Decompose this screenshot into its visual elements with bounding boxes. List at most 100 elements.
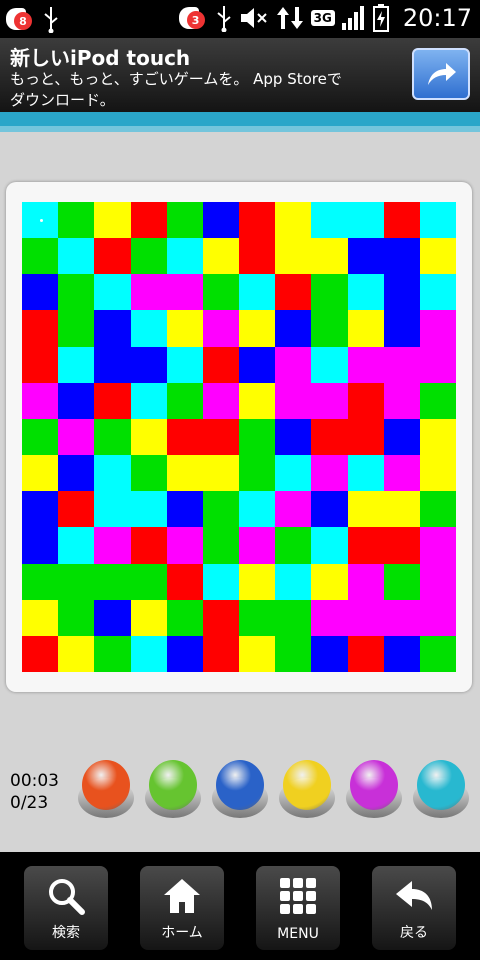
grid-cell <box>239 346 276 383</box>
bottom-nav-bar: 検索 ホーム MENU 戻る <box>0 852 480 960</box>
grid-cell <box>311 382 348 419</box>
grid-cell <box>311 310 348 347</box>
grid-cell <box>383 202 420 239</box>
grid-cell <box>94 346 131 383</box>
grid-cell <box>275 635 312 672</box>
grid-cell <box>347 635 384 672</box>
grid-cell <box>347 274 384 311</box>
speaker-muted-icon <box>240 8 267 28</box>
grid-cell <box>94 238 131 275</box>
grid-cell <box>383 346 420 383</box>
usb-icon <box>216 6 231 32</box>
menu-button[interactable]: MENU <box>256 866 340 950</box>
back-arrow-icon <box>396 881 432 910</box>
notification-app-icon[interactable]: 8 <box>6 4 36 34</box>
grid-cell <box>202 563 239 600</box>
notification-app-icon[interactable]: 3 <box>178 3 209 33</box>
status-bar: 8 3 3G 20:17 <box>0 0 480 38</box>
status-time: 20:17 <box>402 4 472 32</box>
grid-cell <box>58 527 95 564</box>
moves-counter: 0/23 <box>10 793 49 813</box>
grid-cell <box>419 274 456 311</box>
grid-cell <box>275 418 312 456</box>
grid-cell <box>94 274 131 311</box>
grid-cell <box>419 346 456 383</box>
grid-cell <box>130 491 167 528</box>
grid-cell <box>383 491 420 528</box>
grid-cell <box>202 382 239 419</box>
grid-cell <box>58 310 95 347</box>
grid-cell <box>202 527 239 564</box>
grid-cell <box>419 527 456 564</box>
back-button[interactable]: 戻る <box>372 866 456 950</box>
grid-cell <box>94 491 131 528</box>
share-arrow-icon[interactable] <box>412 48 470 100</box>
blue-color-button[interactable] <box>212 758 268 818</box>
green-color-button[interactable] <box>145 758 201 818</box>
grid-cell <box>239 635 276 672</box>
grid-cell <box>58 202 95 239</box>
grid-cell <box>383 599 420 636</box>
grid-cell <box>58 599 95 636</box>
grid-cell <box>166 382 203 419</box>
grid-cell <box>419 418 456 456</box>
grid-cell <box>22 635 59 672</box>
grid-cell <box>22 382 59 419</box>
yellow-button-cap <box>283 760 331 810</box>
grid-cell <box>383 310 420 347</box>
grid-cell <box>22 527 59 564</box>
color-grid <box>22 202 456 672</box>
grid-cell <box>166 418 203 456</box>
notification-badge: 3 <box>186 11 205 29</box>
grid-cell <box>419 563 456 600</box>
ad-text-line-1: もっと、もっと、すごいゲームを。 App Storeで <box>10 70 342 88</box>
grid-cell <box>275 527 312 564</box>
grid-cell <box>58 563 95 600</box>
grid-cell <box>347 310 384 347</box>
grid-cell <box>311 346 348 383</box>
yellow-color-button[interactable] <box>279 758 335 818</box>
grid-cell <box>239 491 276 528</box>
grid-cell <box>275 310 312 347</box>
cyan-button-cap <box>417 760 465 810</box>
cyan-color-button[interactable] <box>413 758 469 818</box>
search-button[interactable]: 検索 <box>24 866 108 950</box>
header-accent-bar <box>0 112 480 132</box>
ad-banner[interactable]: 新しいiPod touch もっと、もっと、すごいゲームを。 App Store… <box>0 38 480 112</box>
grid-cell <box>130 382 167 419</box>
grid-cell <box>130 635 167 672</box>
grid-cell <box>275 274 312 311</box>
grid-cell <box>239 310 276 347</box>
grid-cell <box>239 202 276 239</box>
grid-cell <box>130 202 167 239</box>
grid-cell <box>419 382 456 419</box>
red-color-button[interactable] <box>78 758 134 818</box>
grid-cell <box>166 563 203 600</box>
grid-cell <box>383 635 420 672</box>
ad-title: 新しいiPod touch <box>10 46 191 70</box>
grid-cell <box>94 563 131 600</box>
grid-cell <box>239 455 276 492</box>
game-status: 00:03 0/23 <box>10 770 59 814</box>
grid-cell <box>130 599 167 636</box>
grid-cell <box>419 599 456 636</box>
usb-icon <box>44 7 58 33</box>
grid-cell <box>275 202 312 239</box>
home-button[interactable]: ホーム <box>140 866 224 950</box>
grid-cell <box>347 346 384 383</box>
search-label: 検索 <box>52 925 80 941</box>
grid-cell <box>383 455 420 492</box>
start-marker <box>40 219 43 222</box>
grid-cell <box>22 563 59 600</box>
magenta-color-button[interactable] <box>346 758 402 818</box>
grid-cell <box>22 274 59 311</box>
grid-cell <box>22 310 59 347</box>
grid-cell <box>58 455 95 492</box>
grid-cell <box>347 599 384 636</box>
grid-cell <box>202 202 239 239</box>
grid-cell <box>419 635 456 672</box>
grid-cell <box>202 491 239 528</box>
grid-cell <box>347 455 384 492</box>
grid-cell <box>275 491 312 528</box>
grid-cell <box>347 527 384 564</box>
